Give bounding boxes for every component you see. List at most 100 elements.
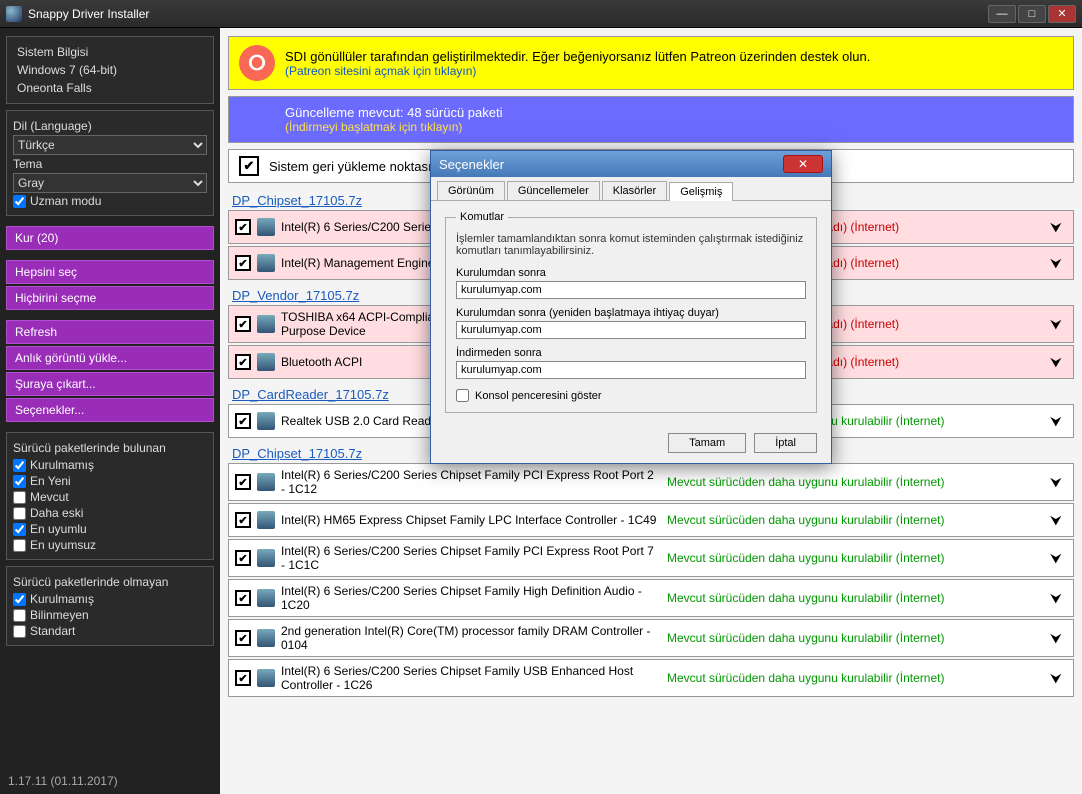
language-select[interactable]: Türkçe bbox=[13, 135, 207, 155]
driver-checkbox[interactable]: ✔ bbox=[235, 590, 251, 606]
driver-checkbox[interactable]: ✔ bbox=[235, 550, 251, 566]
language-label: Dil (Language) bbox=[13, 117, 207, 135]
window-titlebar: Snappy Driver Installer — □ ✕ bbox=[0, 0, 1082, 28]
extract-to-button[interactable]: Şuraya çıkart... bbox=[6, 372, 214, 396]
driver-name: Intel(R) 6 Series/C200 Series Chipset Fa… bbox=[281, 468, 661, 496]
show-console-checkbox[interactable]: Konsol penceresini göster bbox=[456, 389, 806, 402]
filter-compatible[interactable]: En uyumlu bbox=[13, 521, 207, 537]
patreon-sub: (Patreon sitesini açmak için tıklayın) bbox=[285, 64, 870, 78]
driver-status: Mevcut sürücüden daha uygunu kurulabilir… bbox=[667, 551, 1039, 565]
tab-updates[interactable]: Güncellemeler bbox=[507, 181, 600, 200]
patreon-text: SDI gönüllüler tarafından geliştirilmekt… bbox=[285, 49, 870, 64]
dialog-title: Seçenekler bbox=[439, 157, 504, 172]
filter-current[interactable]: Mevcut bbox=[13, 489, 207, 505]
expand-icon[interactable]: ⮟ bbox=[1045, 410, 1067, 432]
driver-checkbox[interactable]: ✔ bbox=[235, 255, 251, 271]
device-icon bbox=[257, 254, 275, 272]
driver-row[interactable]: ✔ Intel(R) 6 Series/C200 Series Chipset F… bbox=[228, 539, 1074, 577]
driver-checkbox[interactable]: ✔ bbox=[235, 630, 251, 646]
dialog-ok-button[interactable]: Tamam bbox=[668, 433, 746, 453]
device-icon bbox=[257, 629, 275, 647]
minimize-button[interactable]: — bbox=[988, 5, 1016, 23]
select-none-button[interactable]: Hiçbirini seçme bbox=[6, 286, 214, 310]
filter-nf-not-installed[interactable]: Kurulmamış bbox=[13, 591, 207, 607]
expert-mode-checkbox[interactable]: Uzman modu bbox=[13, 193, 207, 209]
device-icon bbox=[257, 549, 275, 567]
driver-checkbox[interactable]: ✔ bbox=[235, 670, 251, 686]
tab-advanced[interactable]: Gelişmiş bbox=[669, 182, 733, 201]
install-button[interactable]: Kur (20) bbox=[6, 226, 214, 250]
notfound-filters-block: Sürücü paketlerinde olmayan Kurulmamış B… bbox=[6, 566, 214, 646]
expand-icon[interactable]: ⮟ bbox=[1045, 216, 1067, 238]
filter-older[interactable]: Daha eski bbox=[13, 505, 207, 521]
after-install-restart-input[interactable] bbox=[456, 321, 806, 339]
dialog-titlebar[interactable]: Seçenekler ✕ bbox=[431, 151, 831, 177]
found-heading: Sürücü paketlerinde bulunan bbox=[13, 439, 207, 457]
close-button[interactable]: ✕ bbox=[1048, 5, 1076, 23]
driver-row[interactable]: ✔ Intel(R) 6 Series/C200 Series Chipset F… bbox=[228, 579, 1074, 617]
sysinfo-os[interactable]: Windows 7 (64-bit) bbox=[13, 61, 207, 79]
filter-nf-unknown[interactable]: Bilinmeyen bbox=[13, 607, 207, 623]
expand-icon[interactable]: ⮟ bbox=[1045, 351, 1067, 373]
driver-name: Intel(R) 6 Series/C200 Series Chipset Fa… bbox=[281, 544, 661, 572]
refresh-button[interactable]: Refresh bbox=[6, 320, 214, 344]
after-download-input[interactable] bbox=[456, 361, 806, 379]
driver-name: 2nd generation Intel(R) Core(TM) process… bbox=[281, 624, 661, 652]
expand-icon[interactable]: ⮟ bbox=[1045, 587, 1067, 609]
expand-icon[interactable]: ⮟ bbox=[1045, 252, 1067, 274]
commands-legend: Komutlar bbox=[456, 211, 508, 223]
driver-checkbox[interactable]: ✔ bbox=[235, 413, 251, 429]
driver-checkbox[interactable]: ✔ bbox=[235, 219, 251, 235]
window-title: Snappy Driver Installer bbox=[28, 7, 988, 21]
dialog-cancel-button[interactable]: İptal bbox=[754, 433, 817, 453]
after-download-label: İndirmeden sonra bbox=[456, 347, 806, 359]
driver-name: Intel(R) 6 Series/C200 Series Chipset Fa… bbox=[281, 584, 661, 612]
tab-view[interactable]: Görünüm bbox=[437, 181, 505, 200]
device-icon bbox=[257, 473, 275, 491]
update-sub: (İndirmeyi başlatmak için tıklayın) bbox=[285, 120, 503, 134]
driver-checkbox[interactable]: ✔ bbox=[235, 512, 251, 528]
driver-row[interactable]: ✔ Intel(R) 6 Series/C200 Series Chipset F… bbox=[228, 463, 1074, 501]
maximize-button[interactable]: □ bbox=[1018, 5, 1046, 23]
driver-name: Intel(R) HM65 Express Chipset Family LPC… bbox=[281, 513, 661, 527]
dialog-close-button[interactable]: ✕ bbox=[783, 155, 823, 173]
driver-checkbox[interactable]: ✔ bbox=[235, 354, 251, 370]
driver-checkbox[interactable]: ✔ bbox=[235, 316, 251, 332]
filter-nf-standard[interactable]: Standart bbox=[13, 623, 207, 639]
theme-select[interactable]: Gray bbox=[13, 173, 207, 193]
after-install-input[interactable] bbox=[456, 281, 806, 299]
expand-icon[interactable]: ⮟ bbox=[1045, 667, 1067, 689]
device-icon bbox=[257, 589, 275, 607]
filter-incompatible[interactable]: En uyumsuz bbox=[13, 537, 207, 553]
options-button[interactable]: Seçenekler... bbox=[6, 398, 214, 422]
expand-icon[interactable]: ⮟ bbox=[1045, 547, 1067, 569]
notfound-heading: Sürücü paketlerinde olmayan bbox=[13, 573, 207, 591]
sysinfo-board[interactable]: Oneonta Falls bbox=[13, 79, 207, 97]
expand-icon[interactable]: ⮟ bbox=[1045, 627, 1067, 649]
device-icon bbox=[257, 353, 275, 371]
expand-icon[interactable]: ⮟ bbox=[1045, 471, 1067, 493]
commands-desc: İşlemler tamamlandıktan sonra komut iste… bbox=[456, 233, 806, 257]
expand-icon[interactable]: ⮟ bbox=[1045, 509, 1067, 531]
settings-block: Dil (Language) Türkçe Tema Gray Uzman mo… bbox=[6, 110, 214, 216]
driver-checkbox[interactable]: ✔ bbox=[235, 474, 251, 490]
select-all-button[interactable]: Hepsini seç bbox=[6, 260, 214, 284]
patreon-icon: ⵔ bbox=[239, 45, 275, 81]
commands-fieldset: Komutlar İşlemler tamamlandıktan sonra k… bbox=[445, 211, 817, 413]
sysinfo-heading[interactable]: Sistem Bilgisi bbox=[13, 43, 207, 61]
driver-row[interactable]: ✔ 2nd generation Intel(R) Core(TM) proces… bbox=[228, 619, 1074, 657]
restore-checkbox[interactable]: ✔ bbox=[239, 156, 259, 176]
tab-folders[interactable]: Klasörler bbox=[602, 181, 667, 200]
filter-newest[interactable]: En Yeni bbox=[13, 473, 207, 489]
system-info-block: Sistem Bilgisi Windows 7 (64-bit) Oneont… bbox=[6, 36, 214, 104]
patreon-banner[interactable]: ⵔ SDI gönüllüler tarafından geliştirilme… bbox=[228, 36, 1074, 90]
expand-icon[interactable]: ⮟ bbox=[1045, 313, 1067, 335]
driver-status: Mevcut sürücüden daha uygunu kurulabilir… bbox=[667, 475, 1039, 489]
load-snapshot-button[interactable]: Anlık görüntü yükle... bbox=[6, 346, 214, 370]
filter-not-installed[interactable]: Kurulmamış bbox=[13, 457, 207, 473]
driver-row[interactable]: ✔ Intel(R) HM65 Express Chipset Family LP… bbox=[228, 503, 1074, 537]
version-label: 1.17.11 (01.11.2017) bbox=[0, 768, 126, 794]
update-banner[interactable]: Güncelleme mevcut: 48 sürücü paketi (İnd… bbox=[228, 96, 1074, 143]
driver-row[interactable]: ✔Intel(R) 6 Series/C200 Series Chipset F… bbox=[228, 659, 1074, 697]
app-icon bbox=[6, 6, 22, 22]
